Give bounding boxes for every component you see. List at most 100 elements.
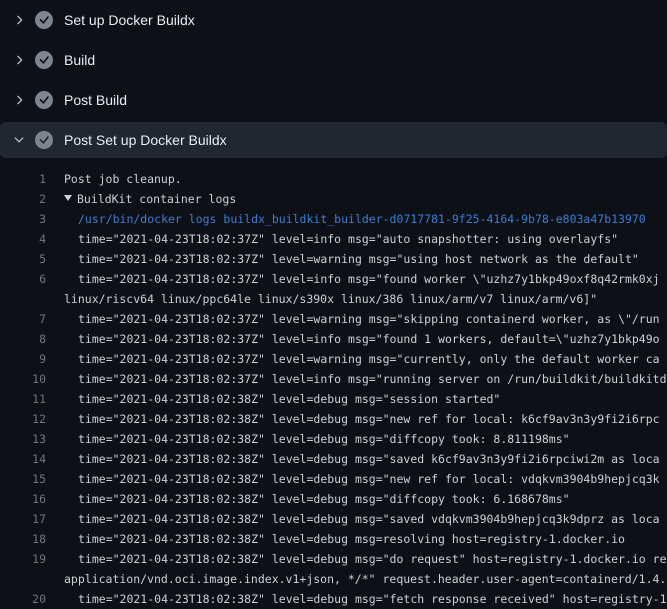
- line-text: /usr/bin/docker logs buildx_buildkit_bui…: [46, 209, 646, 229]
- line-text-content: time="2021-04-23T18:02:38Z" level=debug …: [78, 392, 500, 406]
- line-text-content: time="2021-04-23T18:02:38Z" level=debug …: [78, 592, 667, 606]
- line-text: time="2021-04-23T18:02:38Z" level=debug …: [46, 589, 667, 609]
- line-text: linux/riscv64 linux/ppc64le linux/s390x …: [46, 289, 597, 309]
- line-number[interactable]: 4: [0, 229, 46, 249]
- line-text: time="2021-04-23T18:02:38Z" level=debug …: [46, 409, 660, 429]
- log-line: 16 time="2021-04-23T18:02:38Z" level=deb…: [0, 489, 667, 509]
- steps-list: Set up Docker Buildx Build Post Build: [0, 0, 667, 160]
- log-line: 19 time="2021-04-23T18:02:38Z" level=deb…: [0, 549, 667, 569]
- check-circle-icon: [35, 91, 53, 109]
- line-text: time="2021-04-23T18:02:37Z" level=warnin…: [46, 309, 660, 329]
- line-text-content: time="2021-04-23T18:02:38Z" level=debug …: [78, 492, 570, 506]
- line-text-content: time="2021-04-23T18:02:37Z" level=warnin…: [78, 252, 639, 266]
- log-line: 6 time="2021-04-23T18:02:37Z" level=info…: [0, 269, 667, 289]
- line-text-content: time="2021-04-23T18:02:38Z" level=debug …: [78, 452, 660, 466]
- line-number[interactable]: 16: [0, 489, 46, 509]
- log-line[interactable]: 2 BuildKit container logs: [0, 189, 667, 209]
- step-chevron: [12, 93, 26, 107]
- chevron-right-icon: [12, 93, 26, 107]
- log-line: 20 time="2021-04-23T18:02:38Z" level=deb…: [0, 589, 667, 609]
- line-text-content: linux/riscv64 linux/ppc64le linux/s390x …: [64, 292, 597, 306]
- line-number[interactable]: [0, 289, 46, 309]
- check-circle-icon: [35, 11, 53, 29]
- line-text: time="2021-04-23T18:02:37Z" level=info m…: [46, 329, 660, 349]
- line-text-content: time="2021-04-23T18:02:37Z" level=info m…: [78, 332, 660, 346]
- line-number[interactable]: [0, 569, 46, 589]
- log-line: 15 time="2021-04-23T18:02:38Z" level=deb…: [0, 469, 667, 489]
- line-text: time="2021-04-23T18:02:38Z" level=debug …: [46, 529, 625, 549]
- line-number[interactable]: 19: [0, 549, 46, 569]
- log-line: 13 time="2021-04-23T18:02:38Z" level=deb…: [0, 429, 667, 449]
- line-text-content: time="2021-04-23T18:02:38Z" level=debug …: [78, 512, 660, 526]
- line-text-content: time="2021-04-23T18:02:37Z" level=info m…: [78, 372, 667, 386]
- line-text-content: time="2021-04-23T18:02:37Z" level=info m…: [78, 272, 660, 286]
- step-header-build[interactable]: Build: [0, 40, 667, 80]
- actions-log-viewer: { "steps": [ { "label": "Set up Docker B…: [0, 0, 667, 600]
- line-number[interactable]: 18: [0, 529, 46, 549]
- step-header-post-build[interactable]: Post Build: [0, 80, 667, 120]
- log-line: 9 time="2021-04-23T18:02:37Z" level=warn…: [0, 349, 667, 369]
- line-number[interactable]: 9: [0, 349, 46, 369]
- line-number[interactable]: 11: [0, 389, 46, 409]
- group-toggle-triangle-icon: [64, 195, 72, 201]
- line-text: time="2021-04-23T18:02:37Z" level=warnin…: [46, 249, 639, 269]
- line-number[interactable]: 12: [0, 409, 46, 429]
- line-text: time="2021-04-23T18:02:38Z" level=debug …: [46, 469, 660, 489]
- line-text: time="2021-04-23T18:02:37Z" level=info m…: [46, 369, 667, 389]
- log-line: 17 time="2021-04-23T18:02:38Z" level=deb…: [0, 509, 667, 529]
- line-number[interactable]: 3: [0, 209, 46, 229]
- line-text: time="2021-04-23T18:02:37Z" level=info m…: [46, 229, 618, 249]
- line-number[interactable]: 2: [0, 189, 46, 209]
- step-label: Post Set up Docker Buildx: [64, 132, 227, 148]
- step-header-post-set-up-docker-buildx[interactable]: Post Set up Docker Buildx: [0, 120, 667, 160]
- step-header-set-up-docker-buildx[interactable]: Set up Docker Buildx: [0, 0, 667, 40]
- log-line: 5 time="2021-04-23T18:02:37Z" level=warn…: [0, 249, 667, 269]
- line-number[interactable]: 10: [0, 369, 46, 389]
- line-number[interactable]: 1: [0, 169, 46, 189]
- log-line: 3 /usr/bin/docker logs buildx_buildkit_b…: [0, 209, 667, 229]
- chevron-right-icon: [12, 13, 26, 27]
- step-label: Post Build: [64, 92, 127, 108]
- line-number[interactable]: 15: [0, 469, 46, 489]
- line-text: time="2021-04-23T18:02:37Z" level=info m…: [46, 269, 660, 289]
- line-text-content: time="2021-04-23T18:02:38Z" level=debug …: [78, 432, 570, 446]
- line-number[interactable]: 13: [0, 429, 46, 449]
- line-text-content: application/vnd.oci.image.index.v1+json,…: [64, 572, 666, 586]
- log-line: 10 time="2021-04-23T18:02:37Z" level=inf…: [0, 369, 667, 389]
- line-text: time="2021-04-23T18:02:38Z" level=debug …: [46, 489, 570, 509]
- line-text-content: time="2021-04-23T18:02:37Z" level=info m…: [78, 232, 618, 246]
- line-text-content: time="2021-04-23T18:02:38Z" level=debug …: [78, 552, 667, 566]
- line-text-content: time="2021-04-23T18:02:37Z" level=warnin…: [78, 312, 660, 326]
- log-line: 14 time="2021-04-23T18:02:38Z" level=deb…: [0, 449, 667, 469]
- step-chevron: [12, 53, 26, 67]
- line-text: time="2021-04-23T18:02:38Z" level=debug …: [46, 449, 660, 469]
- line-text-content: BuildKit container logs: [77, 192, 236, 206]
- line-number[interactable]: 8: [0, 329, 46, 349]
- line-number[interactable]: 6: [0, 269, 46, 289]
- check-circle-icon: [35, 51, 53, 69]
- line-text-content: time="2021-04-23T18:02:37Z" level=warnin…: [78, 352, 660, 366]
- step-label: Build: [64, 52, 95, 68]
- line-text-content: Post job cleanup.: [64, 172, 182, 186]
- line-number[interactable]: 7: [0, 309, 46, 329]
- line-number[interactable]: 20: [0, 589, 46, 609]
- line-text-content: time="2021-04-23T18:02:38Z" level=debug …: [78, 472, 660, 486]
- chevron-down-icon: [12, 133, 26, 147]
- line-text: Post job cleanup.: [46, 169, 182, 189]
- log-area[interactable]: 1 Post job cleanup. 2 BuildKit container…: [0, 169, 667, 609]
- line-text: application/vnd.oci.image.index.v1+json,…: [46, 569, 666, 589]
- log-line: linux/riscv64 linux/ppc64le linux/s390x …: [0, 289, 667, 309]
- line-number[interactable]: 5: [0, 249, 46, 269]
- line-number[interactable]: 17: [0, 509, 46, 529]
- line-number[interactable]: 14: [0, 449, 46, 469]
- log-line: application/vnd.oci.image.index.v1+json,…: [0, 569, 667, 589]
- line-text: time="2021-04-23T18:02:37Z" level=warnin…: [46, 349, 660, 369]
- line-text-content: time="2021-04-23T18:02:38Z" level=debug …: [78, 532, 625, 546]
- log-line: 12 time="2021-04-23T18:02:38Z" level=deb…: [0, 409, 667, 429]
- step-chevron: [12, 13, 26, 27]
- log-line: 7 time="2021-04-23T18:02:37Z" level=warn…: [0, 309, 667, 329]
- line-text-content: /usr/bin/docker logs buildx_buildkit_bui…: [78, 212, 646, 226]
- line-text: BuildKit container logs: [46, 189, 236, 209]
- step-label: Set up Docker Buildx: [64, 12, 195, 28]
- line-text: time="2021-04-23T18:02:38Z" level=debug …: [46, 509, 660, 529]
